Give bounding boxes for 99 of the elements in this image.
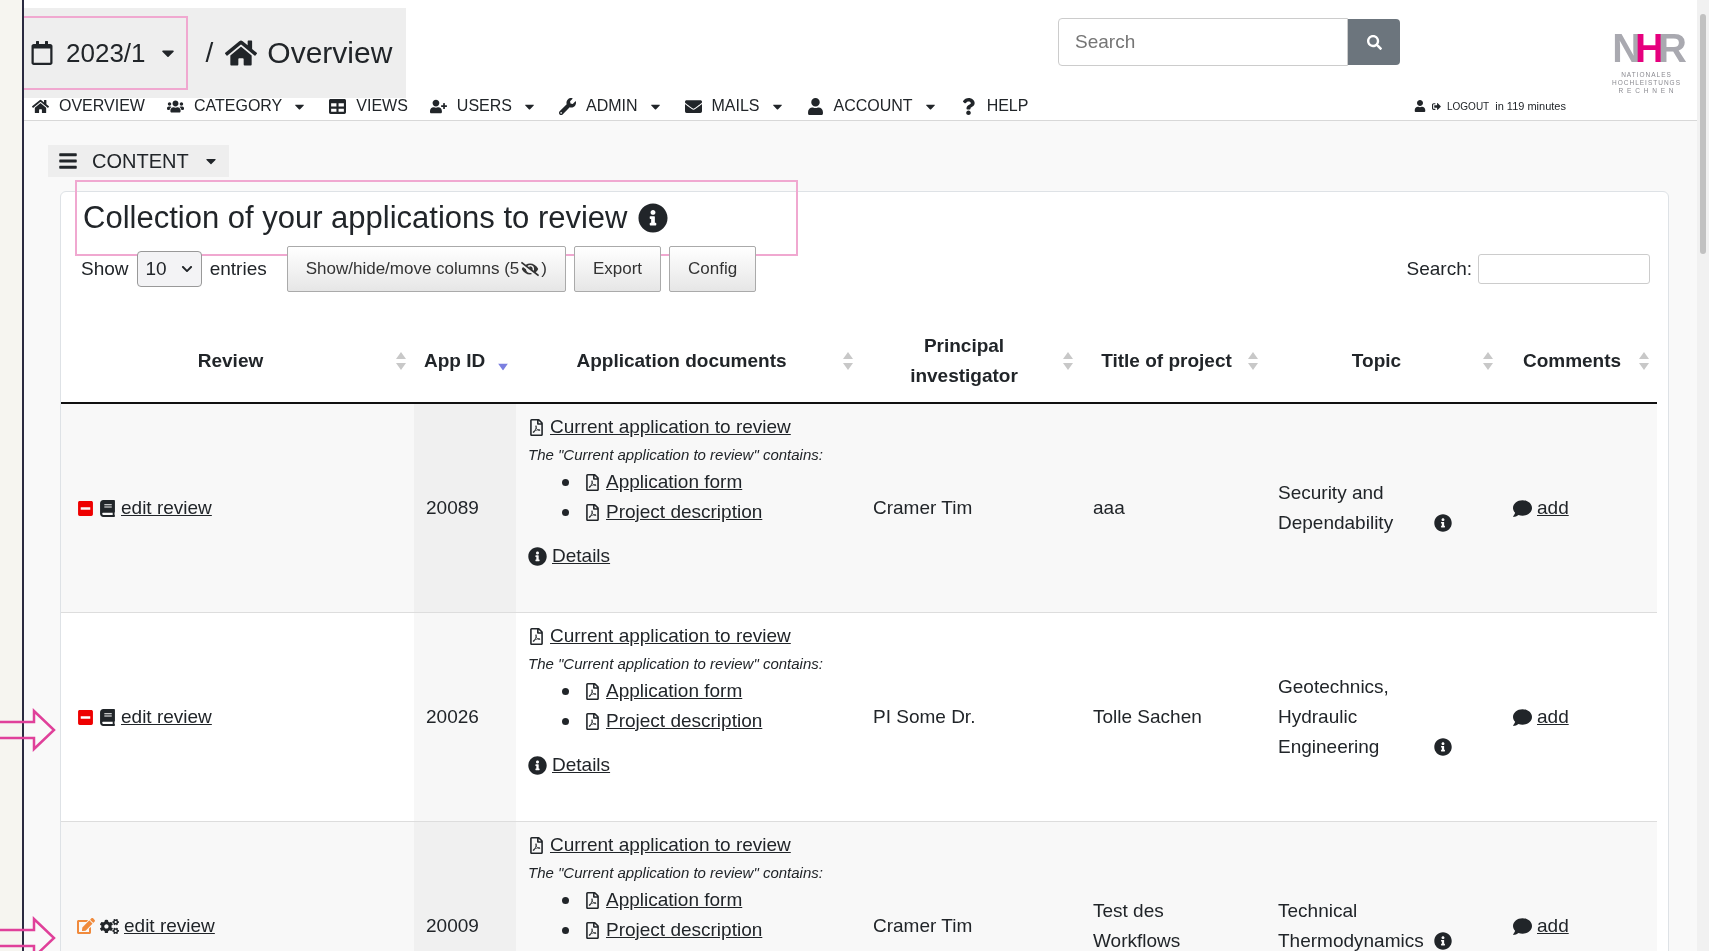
breadcrumb-separator: / [205,37,214,69]
content-menu-button[interactable]: CONTENT [48,145,229,177]
add-comment-link[interactable]: add [1537,706,1569,728]
documents-note: The "Current application to review" contains: [528,864,824,881]
envelope-icon [684,97,702,115]
chevron-down-icon [180,263,193,275]
search-label: Search: [1406,258,1472,280]
search-button[interactable] [1348,19,1400,65]
page-size-select[interactable]: 10 [136,251,202,287]
table-icon [329,97,347,115]
bullet-icon [562,687,569,695]
sign-out-icon [1432,101,1441,111]
table-cell: Test des Workflows [1093,900,1181,951]
nav-item[interactable]: ACCOUNT [806,97,938,115]
nav-item[interactable]: OVERVIEW [32,97,145,115]
info-icon [528,755,547,775]
nav-item[interactable]: MAILS [684,97,785,115]
scrollbar[interactable] [1697,0,1709,951]
document-link[interactable]: Application form [606,467,743,497]
document-link[interactable]: Current application to review [550,625,791,647]
table-cell: 20009 [426,915,479,936]
document-link[interactable]: Current application to review [550,834,791,856]
documents-note: The "Current application to review" contains: [528,446,824,463]
add-comment-link[interactable]: add [1537,915,1569,937]
session-remaining: in 119 minutes [1495,100,1566,112]
pdf-file-icon [528,418,545,436]
columns-button[interactable]: Show/hide/move columns (5 ) [286,246,566,292]
user-plus-icon [429,97,447,115]
book-icon [99,499,116,517]
bullet-icon [562,717,569,725]
pdf-file-icon [584,921,601,939]
edit-review-link[interactable]: edit review [124,915,215,937]
topic-text: Geotechnics, Hydraulic Engineering [1278,675,1390,759]
document-link[interactable]: Current application to review [550,416,791,438]
document-link[interactable]: Project description [606,706,763,736]
table-cell: PI Some Dr. [873,706,976,727]
table-cell: 20026 [426,706,479,727]
nav-item[interactable]: HELP [959,97,1029,115]
info-icon[interactable] [1434,738,1452,756]
calendar-icon [30,41,54,65]
eye-slash-icon [521,260,540,278]
bullet-icon [562,478,569,486]
pdf-file-icon [584,473,601,491]
gears-icon [100,916,119,936]
logout-link[interactable]: LOGOUT [1447,100,1490,112]
search-field[interactable]: Search [1058,18,1348,66]
pdf-file-icon [584,503,601,521]
document-link[interactable]: Project description [606,915,763,945]
card-title: Collection of your applications to review [83,200,628,236]
comment-icon [1513,498,1532,518]
comment-icon [1513,707,1532,727]
add-comment-link[interactable]: add [1537,497,1569,519]
table-cell: Cramer Tim [873,497,973,518]
table-cell: 20089 [426,497,479,518]
period-selector[interactable]: 2023/1 [24,16,188,90]
nav-item[interactable]: USERS [429,97,537,115]
toolbar-button[interactable]: Config [669,246,757,292]
info-icon[interactable] [1434,932,1452,950]
bullet-icon [562,896,569,904]
info-icon[interactable] [637,203,668,233]
details-link[interactable]: Details [552,545,611,567]
entries-label: entries [209,258,267,280]
edit-icon [77,917,95,935]
search-icon [1366,34,1382,50]
info-icon [528,546,547,566]
toolbar-button[interactable]: Export [573,246,662,292]
user-icon [1414,100,1426,112]
document-link[interactable]: Application form [606,676,743,706]
bullet-icon [562,926,569,934]
wrench-icon [558,97,576,115]
table-cell: aaa [1093,497,1125,518]
table-search-field[interactable] [1478,254,1650,284]
documents-note: The "Current application to review" contains: [528,655,824,672]
show-label: Show [81,258,129,280]
bullet-icon [562,508,569,516]
info-icon[interactable] [1434,514,1452,532]
topic-text: Security and Dependability [1278,481,1395,535]
table-cell: Cramer Tim [873,915,973,936]
table-cell: Tolle Sachen [1093,706,1202,727]
pdf-file-icon [528,836,545,854]
pdf-file-icon [528,627,545,645]
nav-item[interactable]: ADMIN [558,97,663,115]
details-link[interactable]: Details [552,754,611,776]
comment-icon [1513,916,1532,936]
home-icon [32,97,49,115]
book-icon [99,708,116,726]
document-link[interactable]: Project description [606,497,763,527]
topic-text: Technical Thermodynamics [1278,899,1425,951]
pdf-file-icon [584,712,601,730]
edit-review-link[interactable]: edit review [121,706,212,728]
pdf-file-icon [584,682,601,700]
page-title: Overview [267,36,393,70]
nav-item[interactable]: CATEGORY [166,97,308,115]
user-icon [806,97,824,115]
document-link[interactable]: Application form [606,885,743,915]
edit-review-link[interactable]: edit review [121,497,212,519]
nav-item[interactable]: VIEWS [329,97,408,115]
menu-icon [58,151,78,171]
pdf-file-icon [584,891,601,909]
